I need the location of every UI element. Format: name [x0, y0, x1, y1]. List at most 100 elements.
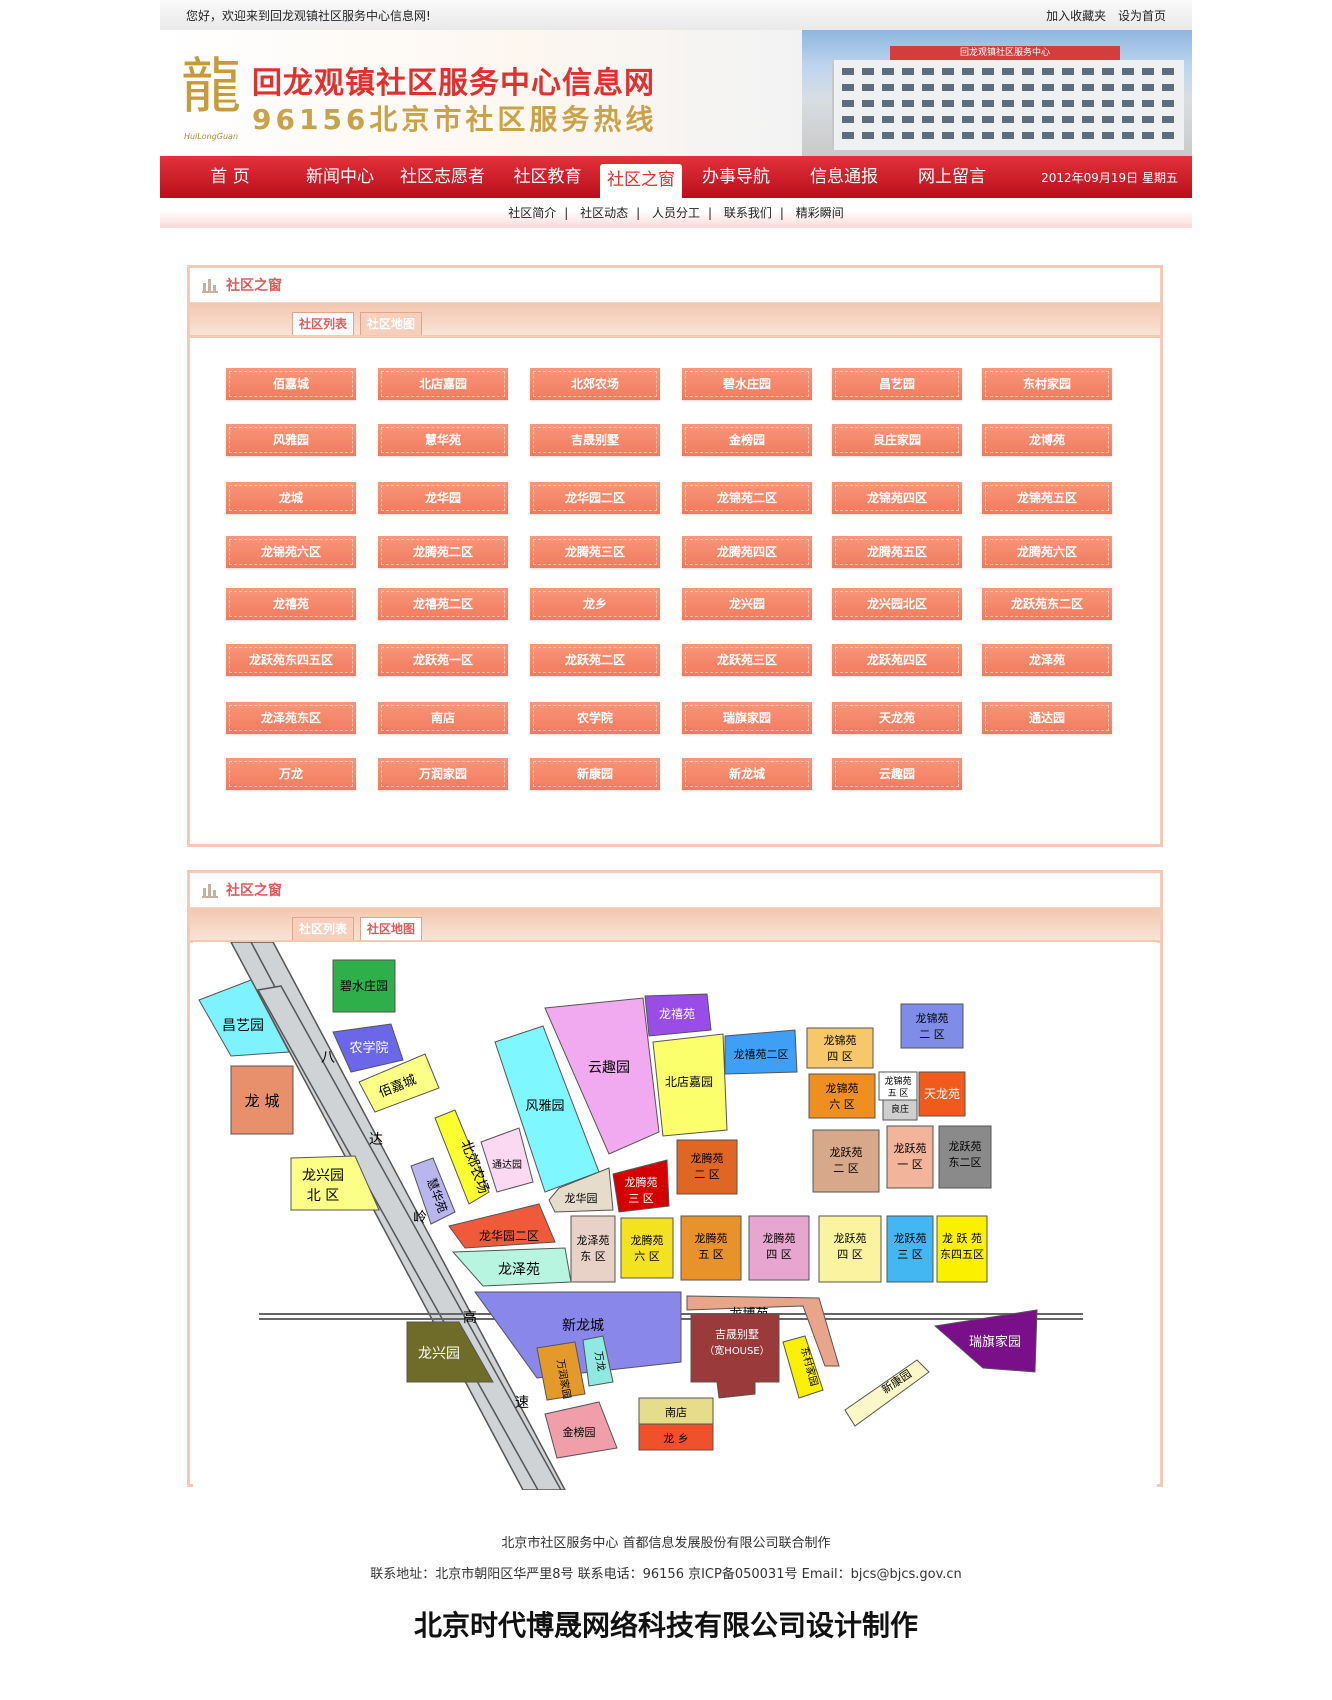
community-button[interactable]: 龙兴园北区 — [832, 588, 962, 620]
community-button[interactable]: 通达园 — [982, 702, 1112, 734]
community-button[interactable]: 瑞旗家园 — [682, 702, 812, 734]
community-button[interactable]: 龙兴园 — [682, 588, 812, 620]
community-button[interactable]: 龙跃苑三区 — [682, 644, 812, 676]
community-button[interactable]: 万龙 — [226, 758, 356, 790]
community-button[interactable]: 佰嘉城 — [226, 368, 356, 400]
map-svg: 八 达 岭 高 速 碧水庄园 昌艺园 农学院 佰嘉城 龙 城 龙兴园 北 区 北… — [198, 942, 1083, 1490]
community-button[interactable]: 龙锦苑二区 — [682, 482, 812, 514]
tab-community-list[interactable]: 社区列表 — [292, 917, 355, 940]
map-block-longjin-e2[interactable] — [900, 1003, 964, 1049]
nav-community-window[interactable]: 社区之窗 — [600, 164, 682, 198]
subnav-news[interactable]: 社区动态 — [580, 206, 628, 220]
community-button[interactable]: 龙腾苑六区 — [982, 536, 1112, 568]
community-button[interactable]: 天龙苑 — [832, 702, 962, 734]
tab-community-map[interactable]: 社区地图 — [360, 917, 423, 940]
tab-community-map[interactable]: 社区地图 — [360, 312, 423, 335]
nav-volunteers[interactable]: 社区志愿者 — [390, 156, 495, 198]
community-button[interactable]: 龙华园 — [378, 482, 508, 514]
nav-education[interactable]: 社区教育 — [495, 156, 600, 198]
community-button[interactable]: 慧华苑 — [378, 424, 508, 456]
community-button[interactable]: 龙泽苑东区 — [226, 702, 356, 734]
community-button[interactable]: 金榜园 — [682, 424, 812, 456]
building-photo: 回龙观镇社区服务中心 — [802, 30, 1192, 156]
set-homepage-link[interactable]: 设为首页 — [1118, 9, 1166, 23]
subnav-intro[interactable]: 社区简介 — [508, 206, 556, 220]
community-button[interactable]: 龙跃苑东四五区 — [226, 644, 356, 676]
map-block-longjin6[interactable] — [808, 1073, 876, 1119]
page-wrapper: 您好，欢迎来到回龙观镇社区服务中心信息网! 加入收藏夹 设为首页 龍 HuiLo… — [160, 0, 1192, 1490]
community-button[interactable]: 风雅园 — [226, 424, 356, 456]
community-button[interactable]: 新龙城 — [682, 758, 812, 790]
community-button[interactable]: 龙城 — [226, 482, 356, 514]
community-button[interactable]: 龙博苑 — [982, 424, 1112, 456]
map-label: 三 区 — [628, 1192, 654, 1205]
community-button[interactable]: 龙腾苑三区 — [530, 536, 660, 568]
community-button[interactable]: 东村家园 — [982, 368, 1112, 400]
community-button[interactable]: 龙腾苑五区 — [832, 536, 962, 568]
community-button[interactable]: 龙乡 — [530, 588, 660, 620]
map-label: 龙泽苑 — [498, 1262, 540, 1278]
subnav-contact[interactable]: 联系我们 — [724, 206, 772, 220]
map-block-longteng2[interactable] — [676, 1139, 738, 1195]
community-button[interactable]: 龙跃苑二区 — [530, 644, 660, 676]
community-button[interactable]: 碧水庄园 — [682, 368, 812, 400]
map-block-longyue2[interactable] — [812, 1129, 880, 1193]
add-favorite-link[interactable]: 加入收藏夹 — [1046, 9, 1106, 23]
map-label: 六 区 — [634, 1250, 660, 1263]
community-button[interactable]: 龙锦苑四区 — [832, 482, 962, 514]
community-button[interactable]: 良庄家园 — [832, 424, 962, 456]
building-chart-icon — [202, 277, 218, 293]
community-button[interactable]: 龙禧苑 — [226, 588, 356, 620]
map-label: 东 区 — [580, 1250, 606, 1263]
map-label: 四 区 — [827, 1050, 853, 1063]
map-label: 北 区 — [307, 1188, 339, 1204]
community-button[interactable]: 龙禧苑二区 — [378, 588, 508, 620]
community-button[interactable]: 龙泽苑 — [982, 644, 1112, 676]
community-button[interactable]: 龙腾苑二区 — [378, 536, 508, 568]
nav-news[interactable]: 新闻中心 — [290, 156, 390, 198]
community-button[interactable]: 龙跃苑东二区 — [982, 588, 1112, 620]
map-label: 龙锦苑 — [824, 1033, 857, 1047]
map-label: 三 区 — [897, 1248, 923, 1261]
map-label: 四 区 — [837, 1248, 863, 1261]
map-label: 通达园 — [492, 1159, 522, 1171]
community-button[interactable]: 南店 — [378, 702, 508, 734]
community-button[interactable]: 北店嘉园 — [378, 368, 508, 400]
community-button[interactable]: 龙跃苑一区 — [378, 644, 508, 676]
map-label: 四 区 — [766, 1248, 792, 1261]
community-button[interactable]: 云趣园 — [832, 758, 962, 790]
sub-nav: 社区简介 | 社区动态 | 人员分工 | 联系我们 | 精彩瞬间 — [160, 198, 1192, 228]
community-button[interactable]: 万润家园 — [378, 758, 508, 790]
subnav-gallery[interactable]: 精彩瞬间 — [796, 206, 844, 220]
map-label: 南店 — [665, 1405, 687, 1419]
map-label: 二 区 — [833, 1162, 859, 1175]
nav-messages[interactable]: 网上留言 — [898, 156, 1006, 198]
map-label: 龙跃苑 — [834, 1231, 867, 1245]
nav-home[interactable]: 首 页 — [180, 156, 280, 198]
map-label: 龙腾苑 — [691, 1151, 724, 1165]
map-block-longteng6[interactable] — [620, 1217, 674, 1279]
community-button[interactable]: 北郊农场 — [530, 368, 660, 400]
nav-notices[interactable]: 信息通报 — [790, 156, 898, 198]
community-button[interactable]: 龙锦苑六区 — [226, 536, 356, 568]
road-label: 高 — [463, 1309, 477, 1326]
map-label: 龙 城 — [245, 1092, 280, 1110]
top-bar: 您好，欢迎来到回龙观镇社区服务中心信息网! 加入收藏夹 设为首页 — [160, 0, 1192, 30]
panel-header: 社区之窗 — [190, 268, 1160, 303]
community-button[interactable]: 龙跃苑四区 — [832, 644, 962, 676]
community-button[interactable]: 新康园 — [530, 758, 660, 790]
community-button[interactable]: 吉晟别墅 — [530, 424, 660, 456]
top-links: 加入收藏夹 设为首页 — [1038, 7, 1166, 24]
community-button[interactable]: 龙华园二区 — [530, 482, 660, 514]
community-button[interactable]: 龙腾苑四区 — [682, 536, 812, 568]
tab-community-list[interactable]: 社区列表 — [292, 312, 355, 335]
community-map-panel: 社区之窗 社区列表 社区地图 八 达 岭 高 速 碧水庄园 昌艺园 农学院 佰嘉… — [187, 870, 1163, 1490]
map-block-longyue1[interactable] — [886, 1125, 934, 1189]
community-button[interactable]: 农学院 — [530, 702, 660, 734]
community-button[interactable]: 龙锦苑五区 — [982, 482, 1112, 514]
nav-services[interactable]: 办事导航 — [682, 156, 790, 198]
subnav-staff[interactable]: 人员分工 — [652, 206, 700, 220]
map-block-longze-e[interactable] — [570, 1215, 616, 1283]
community-button[interactable]: 昌艺园 — [832, 368, 962, 400]
site-logo[interactable]: 龍 HuiLongGuan — [178, 42, 244, 142]
